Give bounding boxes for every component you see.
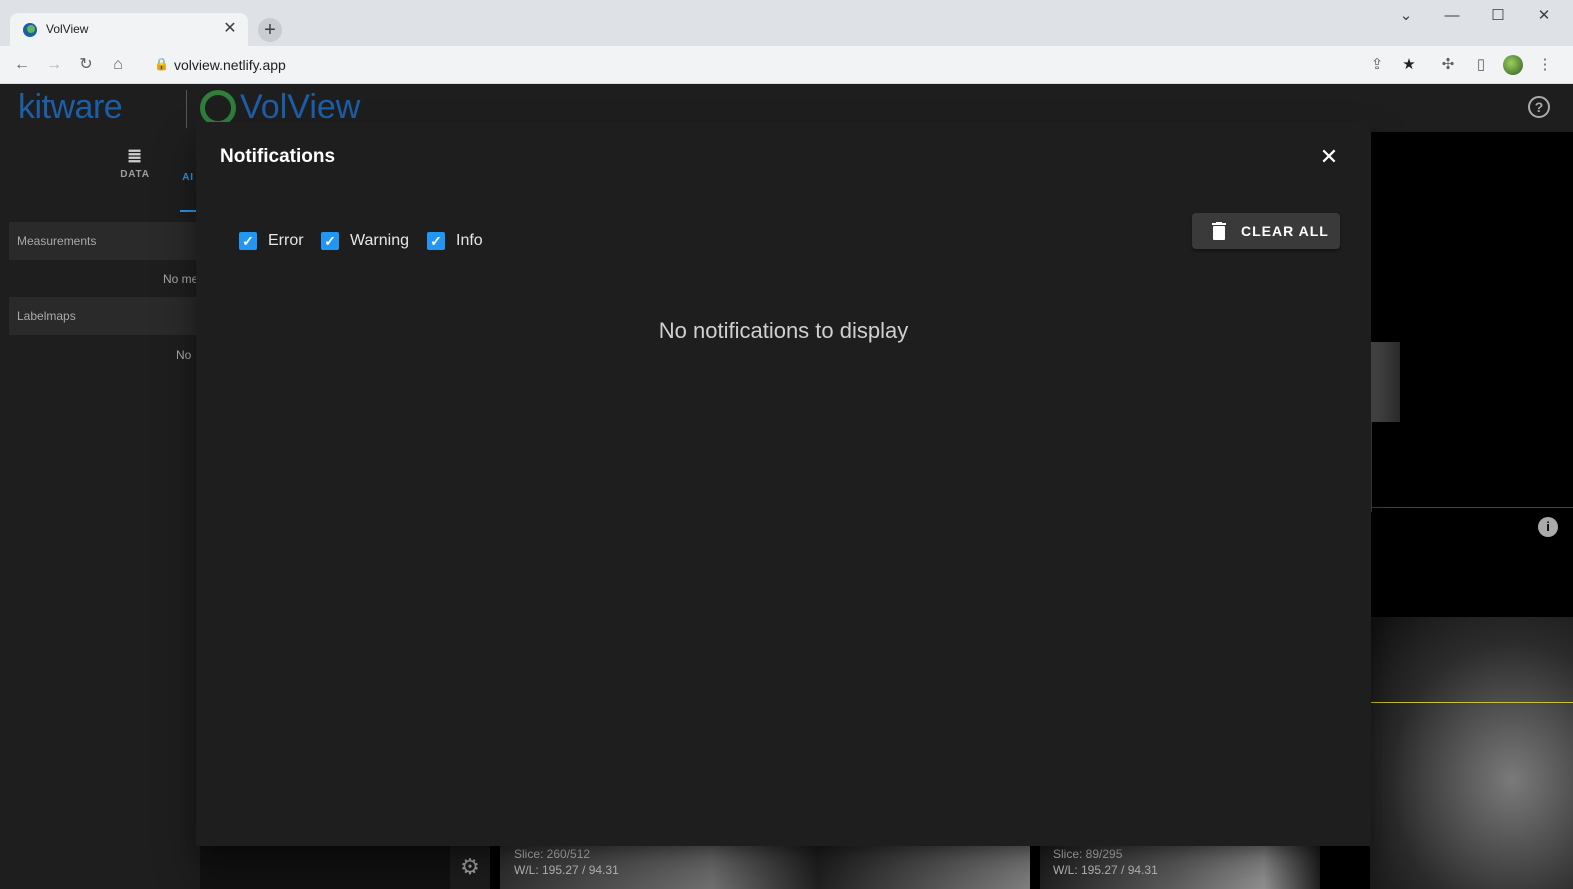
sidebar: ≣ DATA AI Measurements No me Labelmaps N… [0, 132, 200, 889]
slice-views-bar: ⚙ Slice: 260/512 W/L: 195.27 / 94.31 Sli… [450, 844, 1370, 889]
info-icon[interactable]: i [1538, 517, 1558, 537]
share-icon[interactable]: ⇪ [1365, 53, 1389, 77]
bookmark-star-icon[interactable]: ★ [1397, 53, 1421, 77]
tab-data-label: DATA [120, 169, 150, 180]
view-separator [1370, 507, 1573, 508]
checkmark-icon: ✓ [427, 232, 445, 250]
axial-window-level: W/L: 195.27 / 94.31 [514, 863, 619, 877]
filter-error-label: Error [268, 232, 304, 249]
volview-logo-icon [200, 90, 236, 126]
axial-slice-info: Slice: 260/512 W/L: 195.27 / 94.31 [514, 846, 619, 878]
tab-close-icon[interactable]: ✕ [220, 19, 240, 39]
extensions-icon[interactable]: ✣ [1436, 53, 1460, 77]
checkmark-icon: ✓ [321, 232, 339, 250]
logo-divider [186, 90, 187, 128]
filter-warning-label: Warning [350, 232, 409, 249]
tab-data[interactable]: ≣ DATA [120, 146, 150, 180]
measurements-panel[interactable]: Measurements [9, 222, 199, 260]
clear-all-label: CLEAR ALL [1241, 223, 1329, 239]
filter-info-label: Info [456, 232, 483, 249]
measurements-empty-text: No me [163, 272, 199, 286]
render-volume [1370, 342, 1400, 422]
minimize-button[interactable]: — [1429, 4, 1475, 28]
browser-titlebar: VolView ✕ + ⌄ — ☐ ✕ [0, 0, 1573, 46]
coronal-window-level: W/L: 195.27 / 94.31 [1053, 863, 1158, 877]
tab-annotations[interactable]: AI [180, 172, 196, 212]
notifications-dialog: Notifications ✕ ✓ Error ✓ Warning ✓ Info… [196, 122, 1371, 846]
dialog-title: Notifications [220, 146, 336, 167]
ct-slice-image [1370, 617, 1573, 889]
kitware-logo: kitware [18, 88, 123, 126]
address-bar[interactable]: 🔒 volview.netlify.app [142, 50, 1402, 80]
coronal-slice-info: Slice: 89/295 W/L: 195.27 / 94.31 [1053, 846, 1158, 878]
tab-title: VolView [46, 22, 89, 36]
settings-gear-icon[interactable]: ⚙ [450, 844, 490, 889]
maximize-button[interactable]: ☐ [1475, 4, 1521, 28]
back-icon[interactable]: ← [10, 53, 34, 77]
url-text: volview.netlify.app [174, 57, 286, 73]
volview-favicon-icon [23, 23, 37, 37]
browser-menu-icon[interactable]: ⋮ [1533, 53, 1557, 77]
close-dialog-icon[interactable]: ✕ [1316, 144, 1342, 170]
lock-icon: 🔒 [154, 57, 169, 71]
view-3d[interactable]: i [1370, 132, 1573, 889]
database-icon: ≣ [127, 146, 143, 166]
trash-icon [1212, 222, 1226, 240]
crosshair-line [1370, 702, 1573, 703]
clear-all-button[interactable]: CLEAR ALL [1192, 213, 1340, 249]
labelmaps-empty-text: No [176, 348, 192, 362]
axial-slice-number: Slice: 260/512 [514, 847, 591, 861]
profile-avatar[interactable] [1503, 55, 1523, 75]
tab-annotations-label: AI [182, 172, 194, 183]
labelmaps-panel[interactable]: Labelmaps [9, 297, 199, 335]
new-tab-button[interactable]: + [258, 18, 282, 42]
browser-tab[interactable]: VolView ✕ [10, 13, 248, 46]
help-icon[interactable]: ? [1528, 96, 1550, 118]
reload-icon[interactable]: ↻ [74, 53, 98, 77]
labelmaps-label: Labelmaps [17, 309, 76, 323]
tab-search-icon[interactable]: ⌄ [1383, 4, 1429, 28]
home-icon[interactable]: ⌂ [106, 53, 130, 77]
forward-icon[interactable]: → [42, 53, 66, 77]
browser-toolbar: ← → ↻ ⌂ 🔒 volview.netlify.app ⇪ ★ ✣ ▯ ⋮ [0, 46, 1573, 84]
measurements-label: Measurements [17, 234, 97, 248]
coronal-slice-number: Slice: 89/295 [1053, 847, 1123, 861]
checkmark-icon: ✓ [239, 232, 257, 250]
side-panel-icon[interactable]: ▯ [1469, 53, 1493, 77]
empty-notifications-message: No notifications to display [658, 318, 909, 343]
close-window-button[interactable]: ✕ [1521, 4, 1567, 28]
